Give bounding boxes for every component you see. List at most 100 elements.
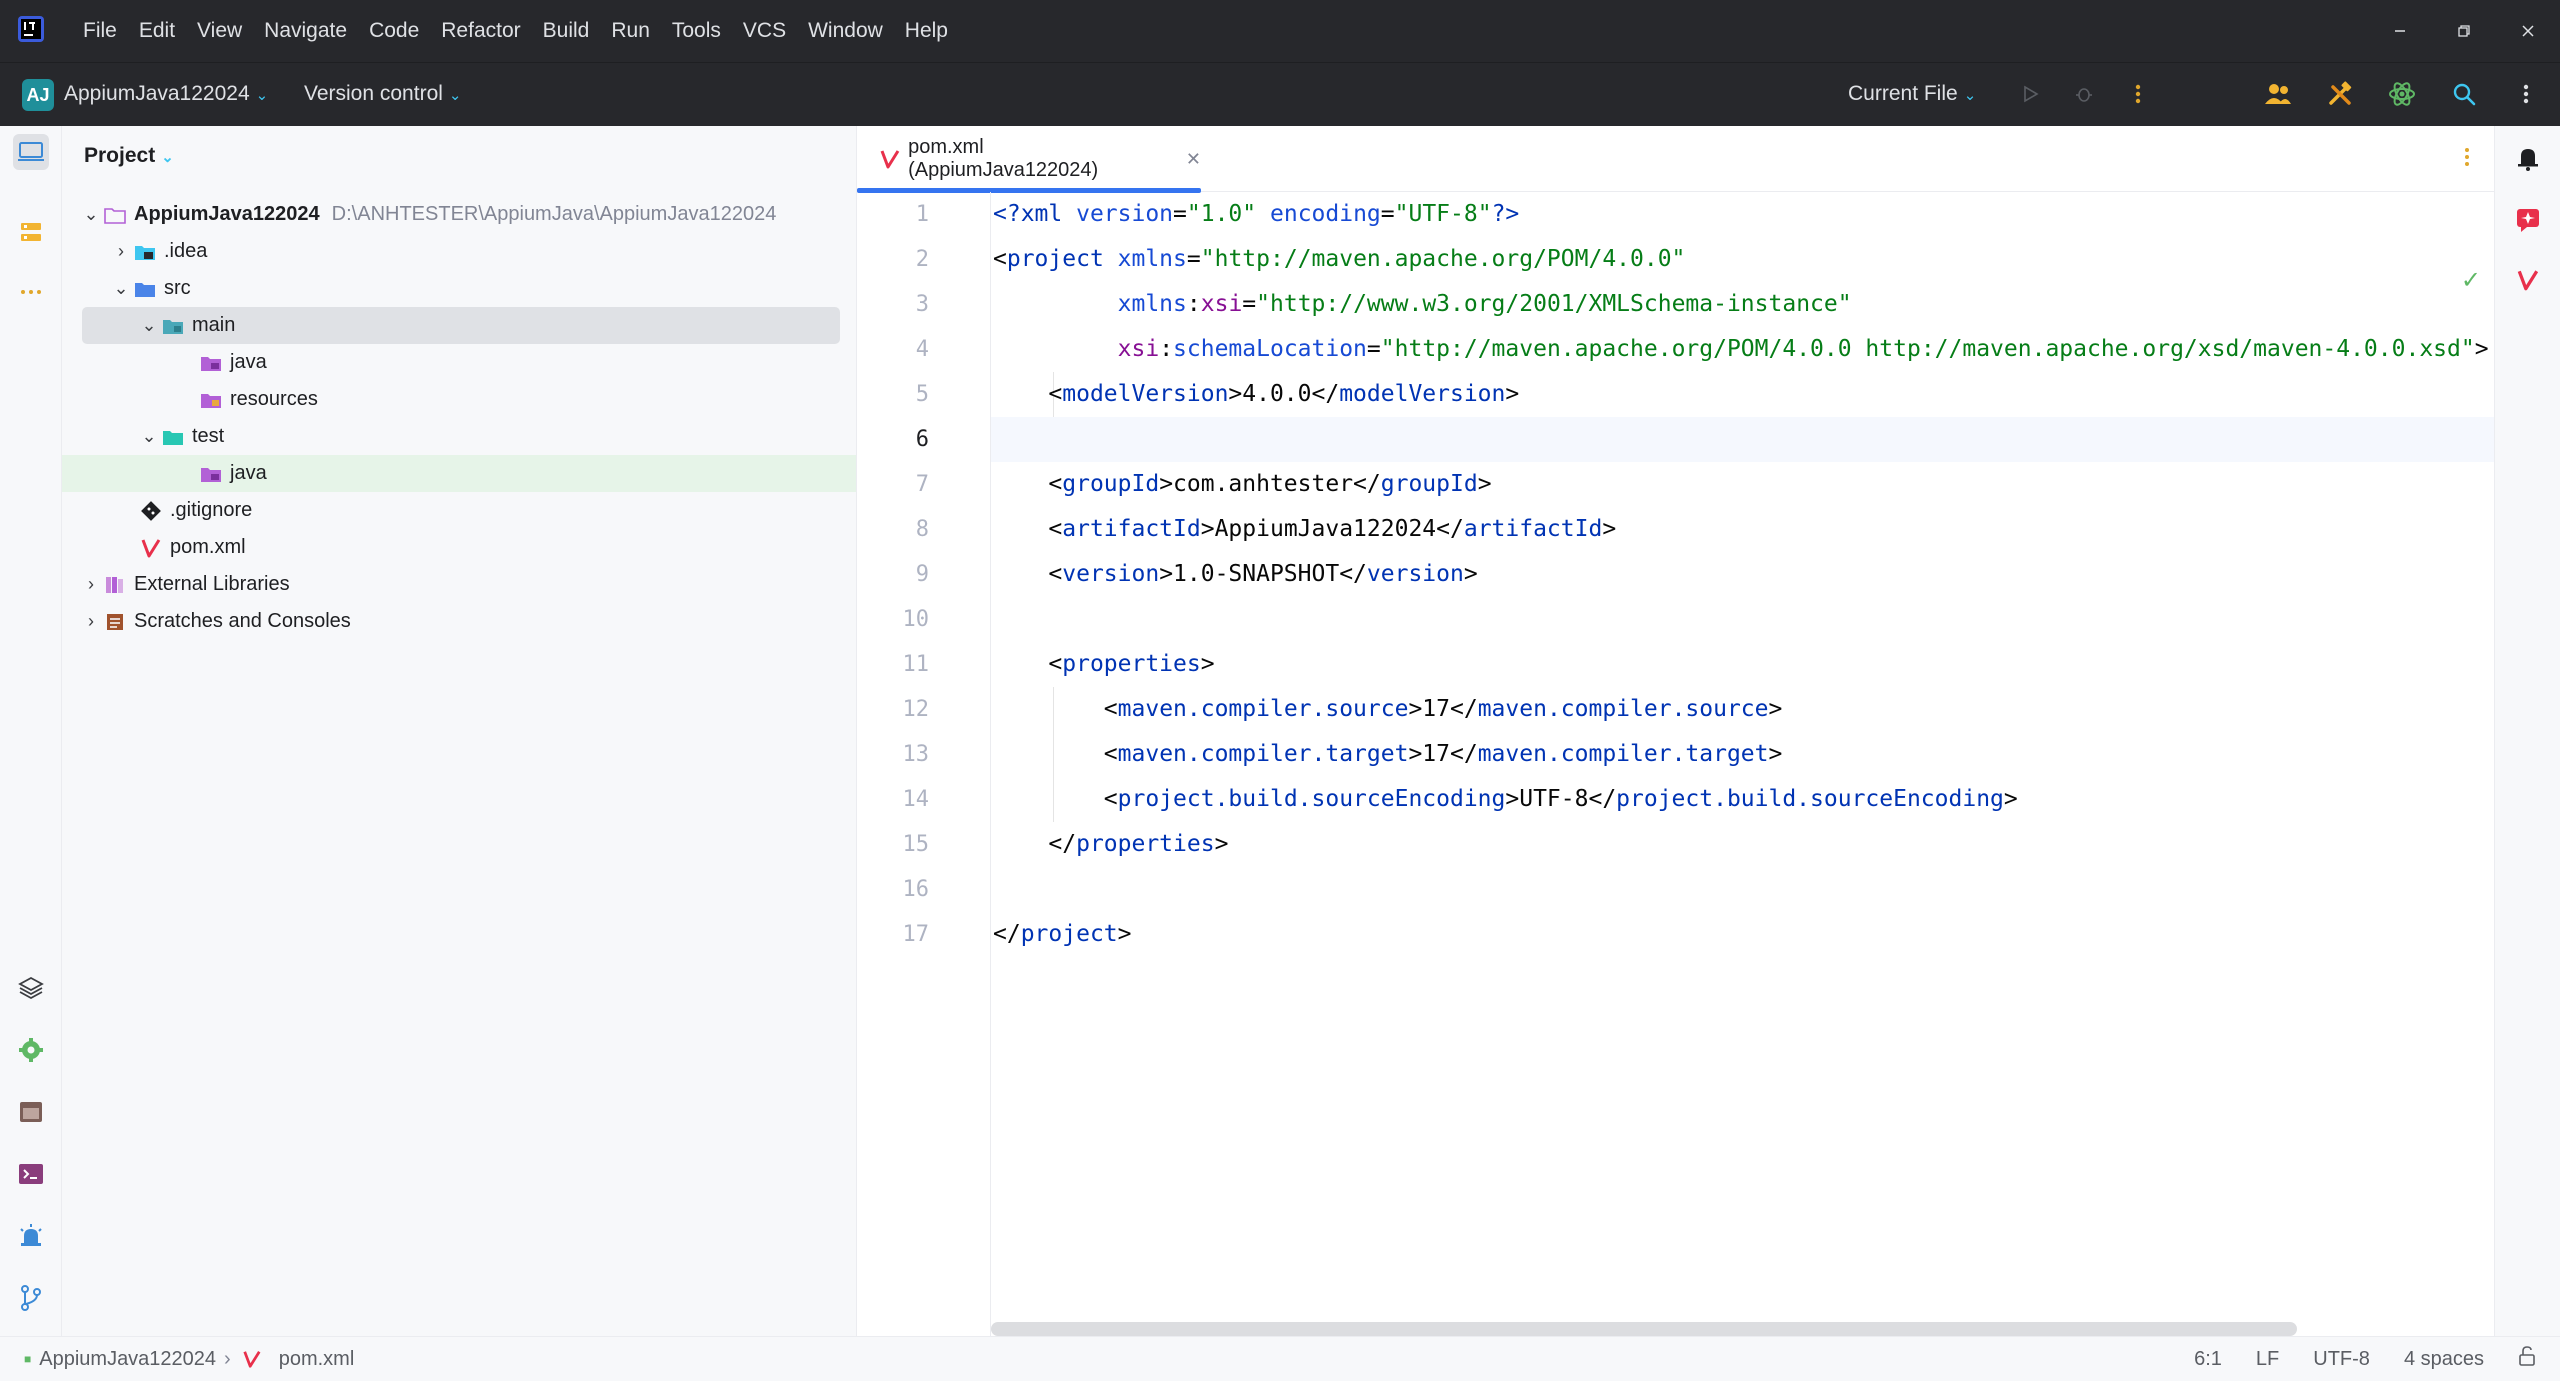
maven-tool-button[interactable]	[2510, 262, 2546, 298]
project-avatar[interactable]: AJ	[22, 79, 54, 111]
tree-node-pom[interactable]: pom.xml	[62, 529, 856, 566]
menu-window[interactable]: Window	[797, 0, 894, 62]
code-token: <	[1103, 741, 1118, 767]
services-settings-button[interactable]	[13, 1032, 49, 1068]
tree-node-idea[interactable]: › .idea	[62, 233, 856, 270]
menu-run[interactable]: Run	[600, 0, 661, 62]
code-line[interactable]: <project.build.sourceEncoding>UTF-8</pro…	[1104, 777, 2018, 822]
chevron-right-icon[interactable]: ›	[80, 574, 102, 595]
menu-tools[interactable]: Tools	[661, 0, 732, 62]
code-token: project	[1006, 246, 1118, 272]
menu-help[interactable]: Help	[894, 0, 959, 62]
structure-tool-button[interactable]	[13, 214, 49, 250]
run-button[interactable]	[2014, 78, 2046, 110]
chevron-right-icon[interactable]: ›	[110, 241, 132, 262]
code-line[interactable]: xmlns:xsi="http://www.w3.org/2001/XMLSch…	[1118, 282, 1852, 327]
version-control-widget[interactable]: Version control ⌄	[304, 63, 462, 125]
menu-navigate[interactable]: Navigate	[253, 0, 358, 62]
close-tab-icon[interactable]: ✕	[1186, 149, 1201, 170]
terminal-tool-button[interactable]	[13, 1156, 49, 1192]
code-with-me-button[interactable]	[2262, 78, 2294, 110]
tree-node-main-java[interactable]: java	[62, 344, 856, 381]
close-window-button[interactable]	[2496, 0, 2560, 62]
tree-node-main[interactable]: ⌄ main	[82, 307, 840, 344]
search-everywhere-button[interactable]	[2448, 78, 2480, 110]
read-only-toggle[interactable]	[2518, 1346, 2536, 1372]
tree-node-test[interactable]: ⌄ test	[62, 418, 856, 455]
menu-edit[interactable]: Edit	[128, 0, 186, 62]
menu-vcs[interactable]: VCS	[732, 0, 797, 62]
intellij-logo-icon[interactable]	[16, 14, 46, 44]
restore-button[interactable]	[2432, 0, 2496, 62]
run-configuration-selector[interactable]: Current File ⌄	[1848, 63, 1976, 125]
debug-button[interactable]	[2068, 78, 2100, 110]
chevron-right-icon[interactable]: ›	[80, 611, 102, 632]
tree-node-scratches[interactable]: › Scratches and Consoles	[62, 603, 856, 640]
code-line[interactable]: </project>	[993, 912, 1132, 957]
chevron-down-icon[interactable]: ⌄	[138, 426, 160, 447]
tree-node-external-libraries[interactable]: › External Libraries	[62, 566, 856, 603]
chevron-down-icon[interactable]: ⌄	[110, 278, 132, 299]
project-tool-button[interactable]	[13, 134, 49, 170]
editor-tab-bar: pom.xml (AppiumJava122024) ✕	[857, 126, 2495, 193]
code-line[interactable]: <groupId>com.anhtester</groupId>	[1048, 462, 1491, 507]
code-line[interactable]: <maven.compiler.source>17</maven.compile…	[1104, 687, 1783, 732]
menu-file[interactable]: File	[72, 0, 128, 62]
tree-node-root[interactable]: ⌄ AppiumJava122024 D:\ANHTESTER\AppiumJa…	[62, 196, 856, 233]
problems-tool-button[interactable]	[13, 1218, 49, 1254]
tree-node-test-java[interactable]: java	[62, 455, 856, 492]
database-tool-button[interactable]	[13, 1094, 49, 1130]
code-token: schemaLocation	[1173, 336, 1367, 362]
breadcrumb-file[interactable]: pom.xml	[279, 1348, 355, 1371]
module-folder-icon	[160, 315, 186, 337]
minimize-button[interactable]	[2368, 0, 2432, 62]
tree-node-src[interactable]: ⌄ src	[62, 270, 856, 307]
more-tool-windows-button[interactable]	[13, 274, 49, 310]
file-encoding[interactable]: UTF-8	[2313, 1348, 2370, 1371]
menu-refactor[interactable]: Refactor	[430, 0, 531, 62]
caret-position[interactable]: 6:1	[2194, 1348, 2222, 1371]
ai-assistant-button[interactable]	[2386, 78, 2418, 110]
chevron-down-icon[interactable]: ⌄	[138, 315, 160, 336]
alert-icon	[20, 1224, 42, 1246]
chevron-down-icon[interactable]: ⌄	[80, 204, 102, 225]
code-line[interactable]: <artifactId>AppiumJava122024</artifactId…	[1048, 507, 1616, 552]
line-separator[interactable]: LF	[2256, 1348, 2279, 1371]
src-label: src	[164, 277, 191, 299]
menu-code[interactable]: Code	[358, 0, 430, 62]
code-line[interactable]: xsi:schemaLocation="http://maven.apache.…	[1118, 327, 2489, 372]
code-line[interactable]: <?xml version="1.0" encoding="UTF-8"?>	[993, 192, 1519, 237]
code-line[interactable]: <properties>	[1048, 642, 1214, 687]
indent-guide	[1053, 687, 1054, 822]
services-tool-button[interactable]	[13, 970, 49, 1006]
editor-tab-pom[interactable]: pom.xml (AppiumJava122024) ✕	[857, 126, 1201, 193]
chevron-down-icon: ⌄	[255, 87, 269, 104]
editor-tab-options-button[interactable]	[2463, 146, 2471, 173]
breadcrumb: ■ AppiumJava122024 › pom.xml	[24, 1337, 354, 1381]
code-line[interactable]: <project xmlns="http://maven.apache.org/…	[993, 237, 1685, 282]
menu-build[interactable]: Build	[532, 0, 601, 62]
tree-node-resources[interactable]: resources	[62, 381, 856, 418]
more-actions-button[interactable]	[2122, 78, 2154, 110]
ai-chat-button[interactable]	[2510, 202, 2546, 238]
code-line[interactable]: <maven.compiler.target>17</maven.compile…	[1104, 732, 1783, 777]
git-tool-button[interactable]	[13, 1280, 49, 1316]
build-tools-button[interactable]	[2324, 78, 2356, 110]
tree-node-gitignore[interactable]: .gitignore	[62, 492, 856, 529]
project-switcher[interactable]: AppiumJava122024 ⌄	[64, 63, 268, 125]
horizontal-scrollbar[interactable]	[991, 1322, 2297, 1336]
settings-menu-button[interactable]	[2510, 78, 2542, 110]
menu-view[interactable]: View	[186, 0, 253, 62]
notifications-button[interactable]	[2510, 140, 2546, 176]
code-line[interactable]: <modelVersion>4.0.0</modelVersion>	[1048, 372, 1519, 417]
code-token: properties	[1076, 831, 1215, 857]
code-line[interactable]: <version>1.0-SNAPSHOT</version>	[1048, 552, 1477, 597]
root-project-path: D:\ANHTESTER\AppiumJava\AppiumJava122024	[331, 203, 777, 225]
project-tool-window: Project ⌄ ⌄ AppiumJava122024 D:\ANHTESTER…	[62, 126, 856, 1336]
project-panel-header[interactable]: Project ⌄	[84, 144, 174, 168]
indent-setting[interactable]: 4 spaces	[2404, 1348, 2484, 1371]
no-problems-check-icon[interactable]: ✓	[2461, 266, 2481, 295]
breadcrumb-project[interactable]: AppiumJava122024	[39, 1348, 216, 1371]
code-line[interactable]: </properties>	[1048, 822, 1228, 867]
code-editor-area[interactable]: <?xml version="1.0" encoding="UTF-8"?> <p…	[991, 192, 2495, 1336]
